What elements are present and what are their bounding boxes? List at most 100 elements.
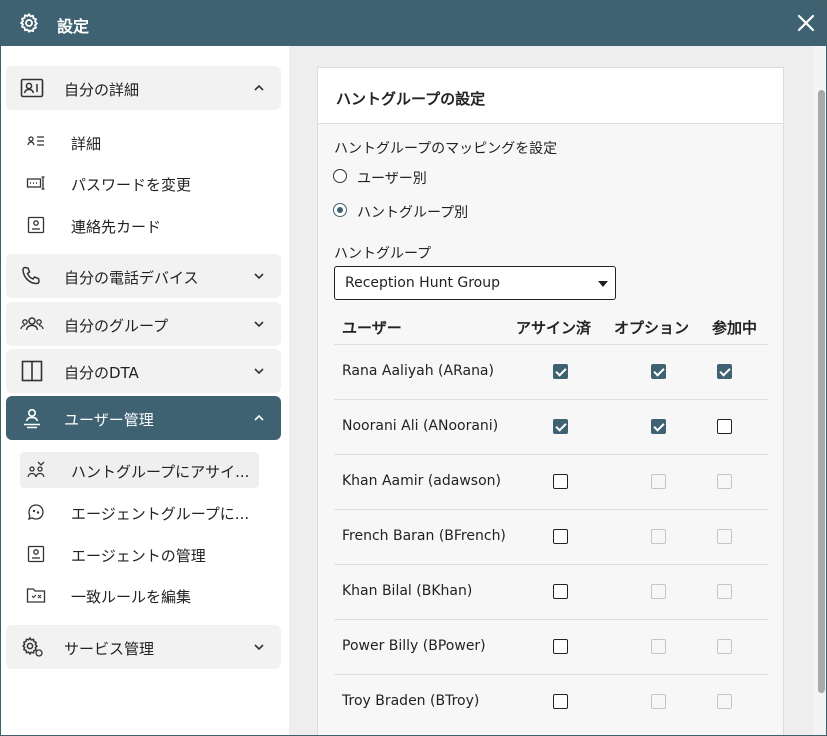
assigned-checkbox[interactable] bbox=[553, 584, 568, 599]
sidebar-item-details[interactable]: 詳細 bbox=[20, 124, 259, 160]
section-label: 自分のDTA bbox=[64, 364, 139, 382]
sidebar-item-label: エージェントグループに... bbox=[71, 505, 250, 523]
user-admin-icon bbox=[24, 408, 40, 429]
chevron-up-icon bbox=[254, 414, 264, 421]
user-name-cell: Rana Aaliyah (ARana) bbox=[342, 363, 494, 379]
radio-label-by-user: ユーザー別 bbox=[357, 171, 427, 187]
joined-checkbox bbox=[717, 639, 732, 654]
sidebar-item-label: 一致ルールを編集 bbox=[71, 588, 192, 606]
sidebar-item-match-rules[interactable]: 一致ルールを編集 bbox=[20, 577, 259, 613]
optional-checkbox bbox=[651, 694, 666, 709]
radio-by-user[interactable] bbox=[333, 169, 347, 183]
assigned-checkbox[interactable] bbox=[553, 639, 568, 654]
radio-by-hunt-group[interactable] bbox=[333, 203, 347, 217]
sidebar-section-user-admin[interactable]: ユーザー管理 bbox=[6, 396, 281, 440]
optional-checkbox bbox=[651, 474, 666, 489]
optional-checkbox bbox=[651, 584, 666, 599]
sidebar-section-my-phone-devices[interactable]: 自分の電話デバイス bbox=[6, 254, 281, 298]
contact-card-icon bbox=[20, 78, 44, 98]
column-header-optional: オプション bbox=[614, 319, 690, 337]
assigned-checkbox[interactable] bbox=[553, 474, 568, 489]
table-row: Troy Braden (BTroy) bbox=[334, 674, 768, 729]
sidebar-item-change-password[interactable]: パスワードを変更 bbox=[20, 165, 259, 201]
scrollbar-thumb[interactable] bbox=[818, 90, 825, 693]
user-name-cell: Khan Aamir (adawson) bbox=[342, 473, 501, 489]
group-icon bbox=[20, 317, 44, 331]
details-list-icon bbox=[27, 136, 44, 146]
assigned-checkbox[interactable] bbox=[553, 364, 568, 379]
joined-checkbox bbox=[717, 474, 732, 489]
table-row: Rana Aaliyah (ARana) bbox=[334, 344, 768, 399]
sidebar-section-my-groups[interactable]: 自分のグループ bbox=[6, 302, 281, 346]
table-row: Khan Aamir (adawson) bbox=[334, 454, 768, 509]
agent-manage-icon bbox=[27, 545, 45, 563]
caret-down-icon bbox=[598, 281, 608, 287]
sidebar-section-my-details[interactable]: 自分の詳細 bbox=[6, 66, 281, 110]
window-title: 設定 bbox=[57, 17, 90, 36]
card-header: ハントグループの設定 bbox=[318, 68, 783, 124]
user-name-cell: Khan Bilal (BKhan) bbox=[342, 583, 473, 599]
sidebar-item-label: パスワードを変更 bbox=[71, 176, 192, 194]
table-row: Noorani Ali (ANoorani) bbox=[334, 399, 768, 454]
dta-panel-icon bbox=[21, 360, 43, 382]
sidebar-section-my-dta[interactable]: 自分のDTA bbox=[6, 349, 281, 393]
section-label: 自分の電話デバイス bbox=[64, 269, 199, 287]
column-header-joined: 参加中 bbox=[712, 319, 758, 337]
optional-checkbox[interactable] bbox=[651, 419, 666, 434]
table-row: Khan Bilal (BKhan) bbox=[334, 564, 768, 619]
section-label: サービス管理 bbox=[64, 640, 155, 658]
column-header-assigned: アサイン済 bbox=[516, 319, 592, 337]
service-gear-icon bbox=[22, 636, 43, 657]
section-label: ユーザー管理 bbox=[64, 411, 154, 429]
optional-checkbox bbox=[651, 529, 666, 544]
card-title: ハントグループの設定 bbox=[336, 90, 486, 108]
user-name-cell: Noorani Ali (ANoorani) bbox=[342, 418, 499, 434]
sidebar-item-hunt-group-assign[interactable]: ハントグループにアサイ... bbox=[20, 452, 259, 488]
assigned-checkbox[interactable] bbox=[553, 419, 568, 434]
section-label: 自分の詳細 bbox=[64, 81, 140, 99]
sidebar-item-label: エージェントの管理 bbox=[71, 547, 206, 565]
column-header-user: ユーザー bbox=[342, 319, 402, 337]
agent-group-icon bbox=[28, 504, 44, 521]
contact-card-icon bbox=[27, 216, 45, 234]
table-row: French Baran (BFrench) bbox=[334, 509, 768, 564]
joined-checkbox[interactable] bbox=[717, 419, 732, 434]
assigned-checkbox[interactable] bbox=[553, 529, 568, 544]
chevron-down-icon bbox=[254, 644, 264, 651]
joined-checkbox[interactable] bbox=[717, 364, 732, 379]
joined-checkbox bbox=[717, 584, 732, 599]
sidebar-item-label: 連絡先カード bbox=[71, 218, 162, 236]
chevron-down-icon bbox=[254, 321, 264, 328]
joined-checkbox bbox=[717, 694, 732, 709]
chevron-down-icon bbox=[254, 368, 264, 375]
user-name-cell: French Baran (BFrench) bbox=[342, 528, 506, 544]
user-name-cell: Power Billy (BPower) bbox=[342, 638, 486, 654]
section-label: 自分のグループ bbox=[64, 317, 169, 335]
mapping-label: ハントグループのマッピングを設定 bbox=[334, 141, 558, 157]
hunt-group-select[interactable]: Reception Hunt Group bbox=[334, 266, 616, 300]
sidebar-item-label: 詳細 bbox=[71, 135, 102, 153]
sidebar-item-agent-group[interactable]: エージェントグループに... bbox=[20, 494, 259, 530]
sidebar-item-contact-card[interactable]: 連絡先カード bbox=[20, 207, 259, 243]
title-bar: 設定 bbox=[1, 1, 826, 46]
optional-checkbox[interactable] bbox=[651, 364, 666, 379]
table-row: Power Billy (BPower) bbox=[334, 619, 768, 674]
hunt-group-assign-icon bbox=[27, 461, 45, 478]
hunt-group-label: ハントグループ bbox=[334, 246, 432, 262]
sidebar-item-label: ハントグループにアサイ... bbox=[71, 463, 250, 481]
sidebar-item-agent-manage[interactable]: エージェントの管理 bbox=[20, 536, 259, 572]
chevron-down-icon bbox=[254, 273, 264, 280]
gear-icon bbox=[19, 12, 39, 34]
radio-label-by-hunt-group: ハントグループ別 bbox=[357, 205, 469, 221]
sidebar-section-service-admin[interactable]: サービス管理 bbox=[6, 625, 281, 669]
user-name-cell: Troy Braden (BTroy) bbox=[342, 693, 480, 709]
close-icon[interactable] bbox=[795, 12, 817, 34]
chevron-up-icon bbox=[254, 84, 264, 91]
optional-checkbox bbox=[651, 639, 666, 654]
vertical-scrollbar[interactable] bbox=[814, 46, 826, 735]
settings-window: 設定 自分の詳細 詳細 パスワードを変更 連絡先カード 自分の電話デバイス 自分… bbox=[0, 0, 827, 736]
phone-icon bbox=[22, 266, 40, 285]
password-icon bbox=[26, 176, 45, 190]
match-rule-icon bbox=[26, 588, 46, 603]
assigned-checkbox[interactable] bbox=[553, 694, 568, 709]
